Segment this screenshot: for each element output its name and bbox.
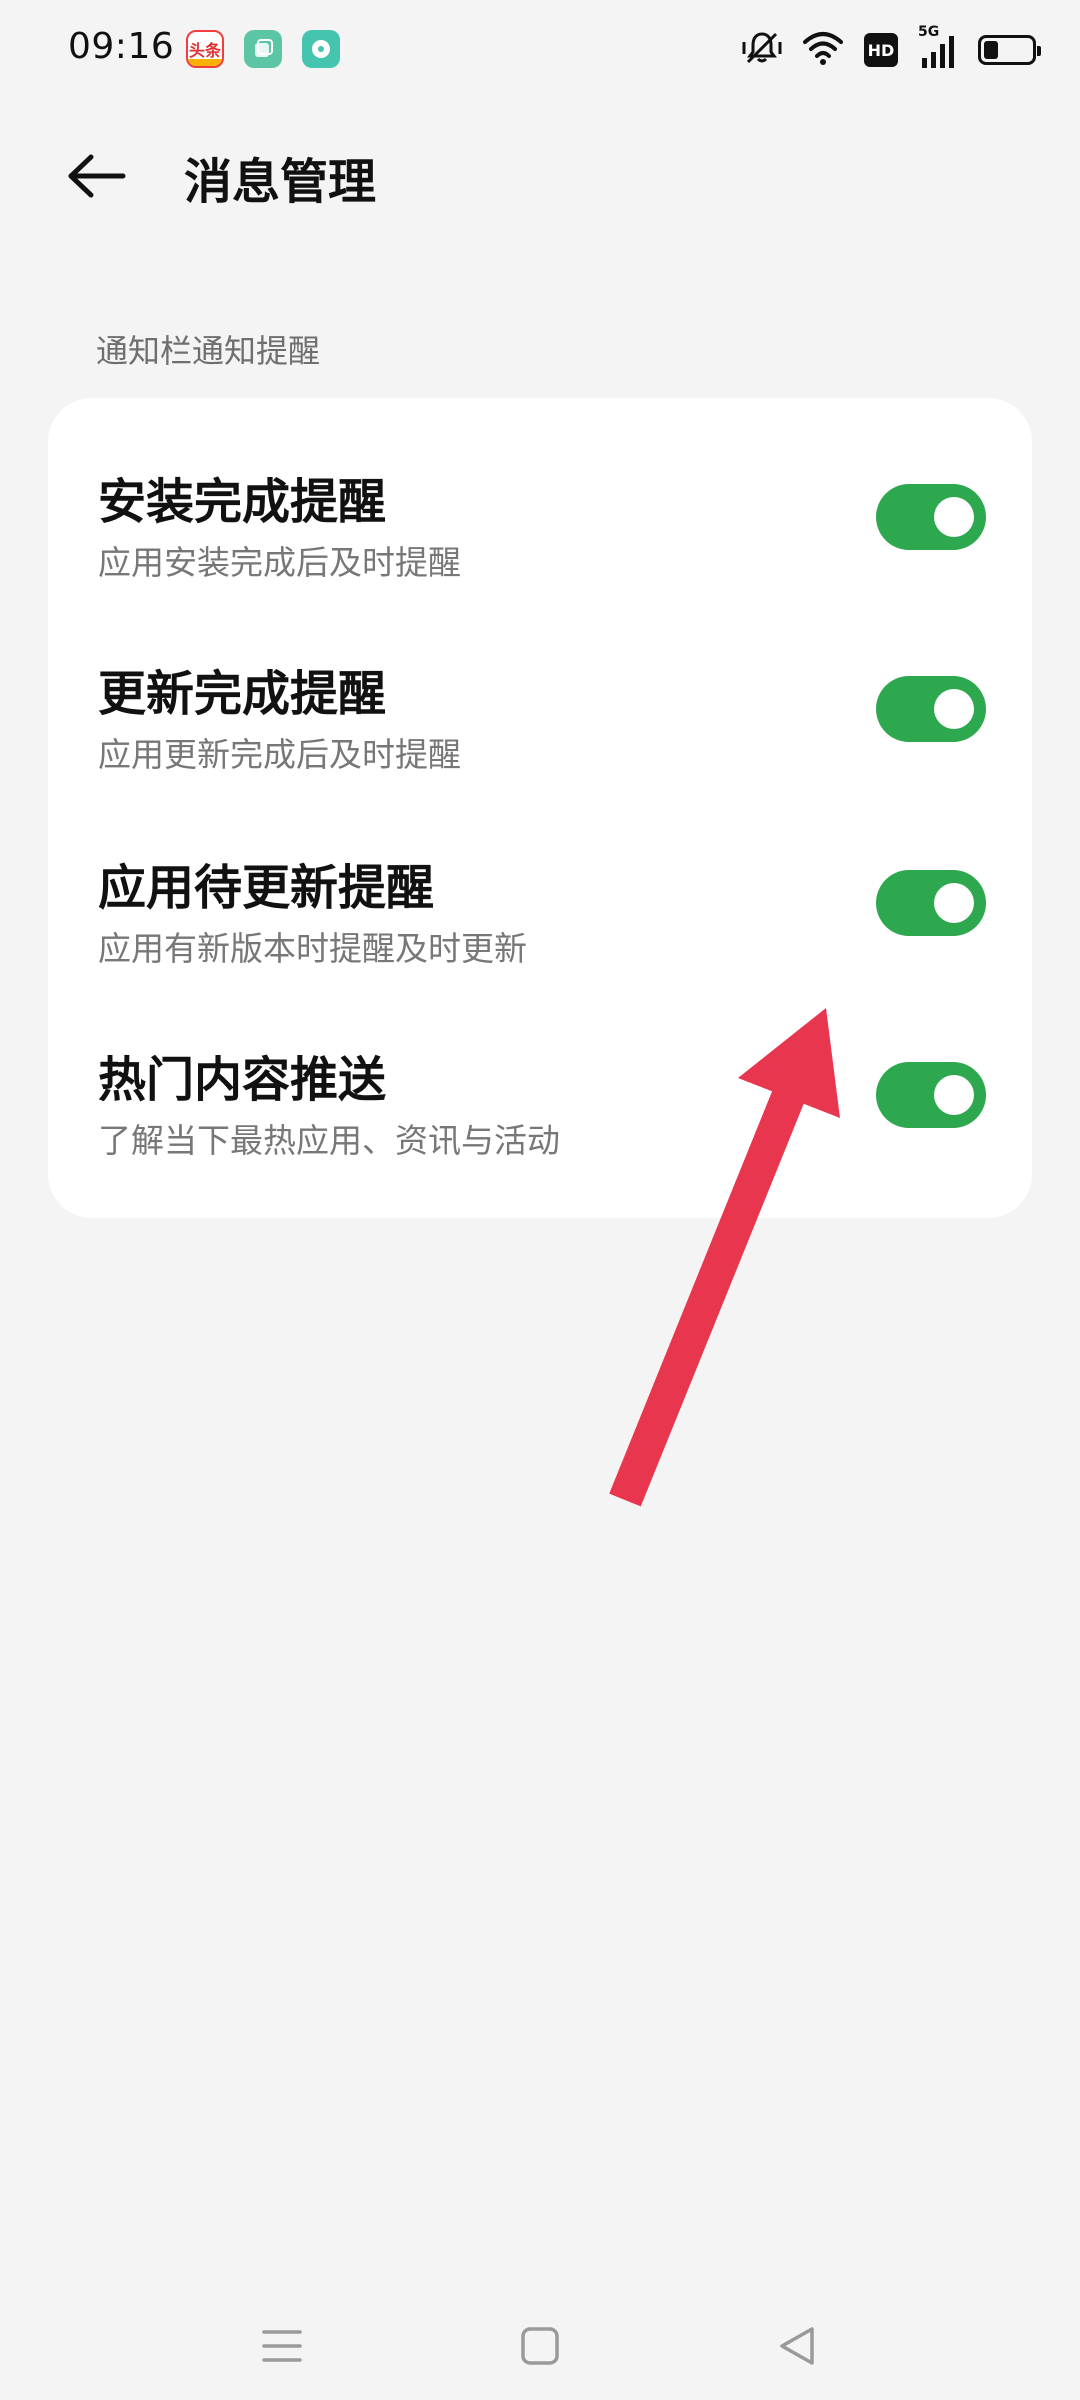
back-arrow-icon xyxy=(68,154,126,198)
setting-subtitle: 应用有新版本时提醒及时更新 xyxy=(98,929,527,968)
menu-icon xyxy=(262,2330,302,2362)
back-nav-button[interactable] xyxy=(758,2306,838,2386)
setting-subtitle: 应用安装完成后及时提醒 xyxy=(98,543,461,582)
update-complete-toggle[interactable] xyxy=(876,676,986,742)
setting-title: 应用待更新提醒 xyxy=(98,860,435,916)
menu-button[interactable] xyxy=(242,2306,322,2386)
toggle-knob xyxy=(934,883,974,923)
setting-row-pending-update: 应用待更新提醒 应用有新版本时提醒及时更新 xyxy=(48,784,1032,974)
section-label: 通知栏通知提醒 xyxy=(96,332,321,370)
setting-subtitle: 应用更新完成后及时提醒 xyxy=(98,735,461,774)
app-header: 消息管理 xyxy=(0,120,1080,230)
install-complete-toggle[interactable] xyxy=(876,484,986,550)
status-bar: 09:16 头条 HD 5G xyxy=(0,0,1080,100)
page-title: 消息管理 xyxy=(184,154,377,210)
status-time: 09:16 xyxy=(68,26,175,67)
setting-row-install-complete: 安装完成提醒 应用安装完成后及时提醒 xyxy=(48,398,1032,588)
cellular-signal-icon: 5G xyxy=(918,24,958,70)
setting-row-hot-content: 热门内容推送 了解当下最热应用、资讯与活动 xyxy=(48,976,1032,1166)
setting-title: 安装完成提醒 xyxy=(98,474,387,530)
back-triangle-icon xyxy=(780,2327,814,2365)
notification-icons: 头条 xyxy=(186,30,340,68)
setting-title: 热门内容推送 xyxy=(98,1052,387,1108)
back-button[interactable] xyxy=(56,144,136,208)
toggle-knob xyxy=(934,1075,974,1115)
settings-card: 安装完成提醒 应用安装完成后及时提醒 更新完成提醒 应用更新完成后及时提醒 应用… xyxy=(48,398,1032,1218)
pending-update-toggle[interactable] xyxy=(876,870,986,936)
home-button[interactable] xyxy=(500,2306,580,2386)
mute-bell-icon xyxy=(742,28,782,72)
toggle-knob xyxy=(934,689,974,729)
hd-badge: HD xyxy=(864,33,898,67)
setting-subtitle: 了解当下最热应用、资讯与活动 xyxy=(98,1121,560,1160)
status-right-icons: HD 5G xyxy=(742,24,1041,72)
battery-icon xyxy=(978,35,1041,65)
setting-row-update-complete: 更新完成提醒 应用更新完成后及时提醒 xyxy=(48,590,1032,780)
toggle-knob xyxy=(934,497,974,537)
battery-level xyxy=(984,41,998,59)
notes-app-icon xyxy=(244,30,282,68)
system-nav-bar xyxy=(0,2290,1080,2400)
setting-title: 更新完成提醒 xyxy=(98,666,387,722)
music-app-icon xyxy=(302,30,340,68)
wifi-icon xyxy=(802,30,844,70)
toutiao-label: 头条 xyxy=(188,41,221,60)
toutiao-app-icon: 头条 xyxy=(186,30,224,68)
hot-content-toggle[interactable] xyxy=(876,1062,986,1128)
home-icon xyxy=(521,2327,559,2365)
